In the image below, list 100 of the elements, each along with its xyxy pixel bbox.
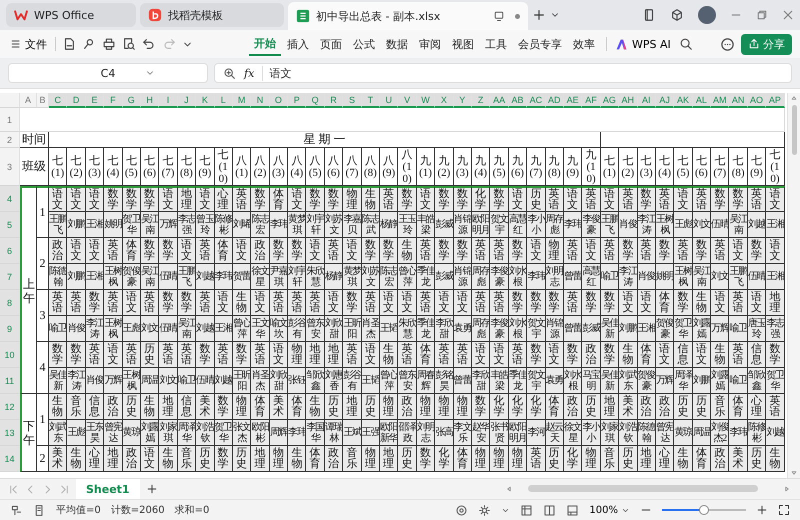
add-sheet-icon[interactable] (146, 483, 158, 495)
table-cell: 物理 (582, 446, 601, 472)
column-header: D (67, 93, 86, 108)
table-cell: 王树枫 (104, 264, 123, 290)
table-cell: 邵泽政 (398, 420, 417, 446)
menu-icon[interactable] (10, 38, 22, 50)
print-icon[interactable] (102, 37, 116, 51)
table-cell: 2 (37, 446, 49, 472)
table-cell: 数学 (711, 186, 730, 212)
table-cell: 数学 (582, 290, 601, 316)
table-cell: 政治 (711, 446, 730, 472)
avatar[interactable] (698, 6, 716, 24)
table-cell: 彭威 (582, 316, 601, 342)
table-cell: 语文 (454, 290, 472, 316)
ribbon-tab[interactable]: 效率 (568, 32, 600, 56)
ribbon-tab[interactable]: 会员专享 (513, 32, 567, 56)
page-layout-icon[interactable] (543, 504, 556, 516)
page-break-icon[interactable] (566, 504, 580, 516)
table-cell: 唐玉玲 (748, 316, 766, 342)
row-header: 10 (0, 342, 20, 368)
table-cell: 吴佳新 (600, 368, 620, 394)
table-cell: 肖俊 (619, 212, 638, 238)
tab[interactable]: 初中导出总表 - 副本.xlsx (288, 2, 528, 30)
table-cell: 张书贤 (490, 420, 509, 446)
scrollbar-thumb[interactable] (528, 485, 758, 492)
table-cell: 喻卫 (178, 368, 196, 394)
table-cell: 七(5) (674, 148, 693, 186)
chat-icon[interactable] (720, 36, 735, 52)
zoom-level-button[interactable]: 100% (589, 504, 630, 516)
column-header: AK (674, 93, 693, 108)
ribbon-tab[interactable]: 视图 (447, 32, 479, 56)
table-cell: 李俊豪 (582, 212, 601, 238)
table-cell: 刘武东 (619, 368, 638, 394)
fullscreen-icon[interactable] (778, 504, 790, 516)
slider-thumb[interactable] (699, 505, 709, 515)
file-menu[interactable]: 文件 (8, 36, 49, 52)
table-cell: 语文 (306, 238, 325, 264)
table-cell: 刘鹏 (67, 212, 86, 238)
ai-button[interactable]: WPS AI (613, 38, 673, 50)
table-cell: 语文 (766, 186, 785, 212)
ribbon-tab[interactable]: 插入 (282, 32, 314, 56)
table-cell: 英语 (416, 290, 436, 316)
column-header: K (196, 93, 215, 108)
table-cell: 八(5) (306, 148, 325, 186)
eye-protection-icon[interactable] (455, 504, 468, 516)
close-icon[interactable] (782, 9, 794, 21)
formula-field[interactable]: fx 语文 (214, 63, 792, 83)
ribbon-tab[interactable]: 开始 (249, 32, 281, 56)
tab[interactable]: WPS Office (6, 3, 136, 27)
table-cell: 七(6) (140, 148, 160, 186)
cube-icon[interactable] (670, 8, 684, 22)
table-cell: 刘水根 (508, 316, 528, 342)
macro-icon[interactable] (10, 504, 23, 516)
table-cell: 刘越 (196, 264, 215, 290)
ribbon-tab[interactable]: 工具 (480, 32, 512, 56)
vertical-scrollbar[interactable] (787, 93, 800, 478)
ribbon-tab[interactable]: 页面 (315, 32, 347, 56)
table-cell: 政治 (582, 342, 601, 368)
table-cell: 音乐 (67, 394, 86, 420)
normal-view-icon[interactable] (520, 504, 534, 516)
settings-icon[interactable] (478, 504, 492, 516)
save-icon[interactable] (62, 37, 76, 51)
column-header: AJ (656, 93, 674, 108)
table-cell: 刘越 (214, 368, 233, 394)
table-cell: 八(2) (251, 148, 270, 186)
name-box[interactable]: C4 (8, 63, 208, 83)
ribbon-tab[interactable]: 数据 (381, 32, 413, 56)
table-cell: 刘越 (748, 212, 766, 238)
zoom-icon[interactable] (223, 66, 236, 80)
sheet-tab[interactable]: Sheet1 (76, 479, 140, 499)
row-header: 8 (0, 290, 20, 316)
monitor-icon[interactable] (493, 10, 505, 22)
table-cell: 地理 (766, 290, 785, 316)
tab[interactable]: 找稻壳模板 (140, 3, 284, 27)
restore-icon[interactable] (756, 9, 768, 21)
row-header: 11 (0, 368, 20, 394)
table-cell: 李江涛 (67, 368, 86, 394)
table-cell: 伍晴 (196, 368, 215, 394)
table-cell: 欧阳明月 (508, 420, 528, 446)
table-cell: 彭谷有 (343, 368, 362, 394)
table-cell: 语文 (159, 186, 178, 212)
pages-icon[interactable] (642, 8, 656, 22)
new-tab-icon[interactable] (532, 8, 546, 22)
print-preview-icon[interactable] (122, 37, 136, 51)
share-button[interactable]: 分享 (741, 34, 792, 54)
zoom-in-icon[interactable] (756, 504, 768, 516)
undo-icon[interactable] (142, 37, 156, 51)
table-cell: 语文 (638, 290, 656, 316)
table-cell: 心理 (86, 446, 104, 472)
table-cell: 语文 (564, 186, 582, 212)
search-icon[interactable] (678, 37, 693, 51)
template-logo-icon (148, 8, 162, 22)
table-cell: 数学 (729, 186, 748, 212)
table-cell: 贺俊豪 (122, 264, 141, 290)
ribbon-tab[interactable]: 审阅 (414, 32, 446, 56)
table-cell: 王鹏飞 (600, 212, 620, 238)
ribbon-tab[interactable]: 公式 (348, 32, 380, 56)
scrollbar-thumb[interactable] (792, 105, 796, 155)
table-cell: 刘武东 (49, 420, 68, 446)
table-cell: 数学 (600, 342, 620, 368)
